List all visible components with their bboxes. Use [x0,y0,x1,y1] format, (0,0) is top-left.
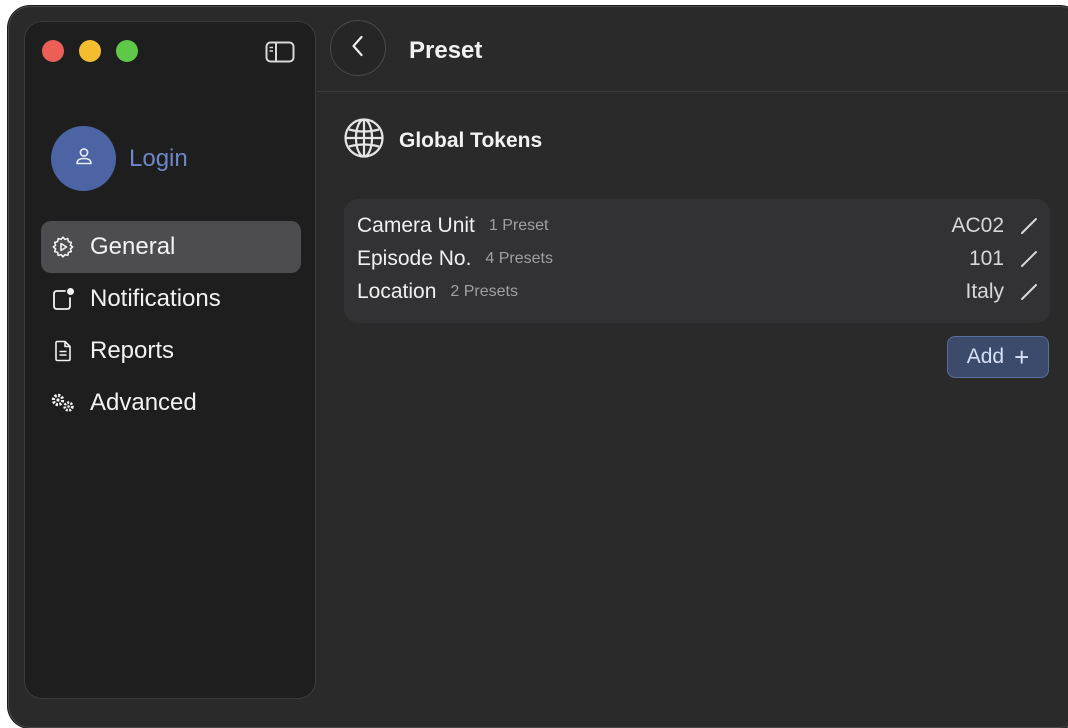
list-item: Episode No. 4 Presets 101 [344,242,1050,275]
token-name: Location [357,279,437,303]
pencil-icon[interactable] [1018,248,1040,270]
sidebar-item-label: Advanced [90,389,197,416]
page-title: Preset [409,37,483,64]
chevron-left-icon [350,34,366,63]
login-label: Login [129,144,188,172]
notification-badge-icon [50,286,76,312]
window-controls [42,40,138,62]
avatar [51,126,116,191]
gear-icon [50,234,76,260]
pencil-icon[interactable] [1018,281,1040,303]
back-button[interactable] [330,20,386,76]
sidebar-item-label: Reports [90,337,175,364]
app-window: Login General Notifications Reports Adva… [8,6,1068,728]
sidebar-item-advanced[interactable]: Advanced [41,377,301,429]
add-button-label: Add [966,345,1005,368]
close-window-button[interactable] [42,40,64,62]
person-icon [74,146,94,171]
zoom-window-button[interactable] [116,40,138,62]
token-value: Italy [965,279,1004,303]
pencil-icon[interactable] [1018,215,1040,237]
document-icon [50,338,76,364]
sidebar-item-label: General [90,233,176,260]
plus-icon: + [1014,342,1030,372]
token-preset-count: 2 Presets [450,282,518,300]
sidebar-item-general[interactable]: General [41,221,301,273]
token-value: AC02 [951,213,1004,237]
login-button[interactable]: Login [51,126,188,191]
token-preset-count: 1 Preset [488,216,549,234]
globe-icon [343,117,385,164]
sidebar-nav: General Notifications Reports Advanced [41,221,301,429]
token-value: 101 [968,246,1004,270]
sidebar-item-notifications[interactable]: Notifications [41,273,301,325]
tokens-list: Camera Unit 1 Preset AC02 Episode No. 4 … [344,199,1050,323]
list-item: Camera Unit 1 Preset AC02 [344,209,1050,242]
section-title: Global Tokens [399,128,543,152]
token-name: Camera Unit [357,213,475,237]
token-preset-count: 4 Presets [485,249,553,267]
section-header: Global Tokens [343,117,542,164]
header: Preset [317,7,1068,92]
add-token-button[interactable]: Add + [947,336,1049,378]
sidebar-item-reports[interactable]: Reports [41,325,301,377]
list-item: Location 2 Presets Italy [344,275,1050,308]
token-name: Episode No. [357,246,472,270]
minimize-window-button[interactable] [79,40,101,62]
sidebar-item-label: Notifications [90,285,221,312]
gears-icon [50,390,76,416]
sidebar-toggle-icon[interactable] [265,41,295,63]
sidebar: Login General Notifications Reports Adva… [24,21,316,699]
